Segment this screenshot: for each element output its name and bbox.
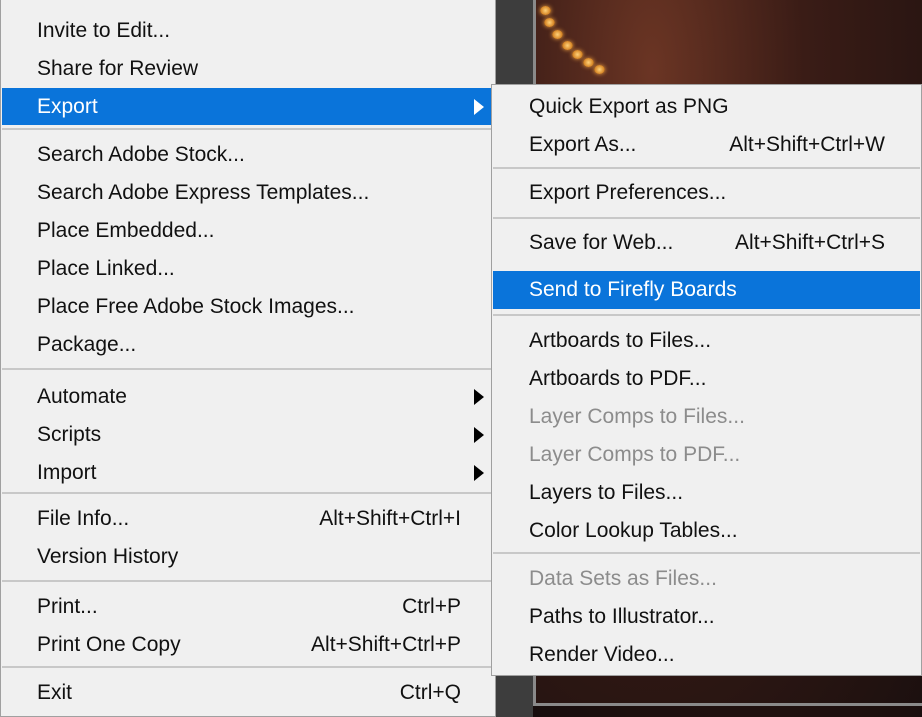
menu-item-exit[interactable]: Exit Ctrl+Q bbox=[2, 674, 494, 712]
menu-separator bbox=[493, 217, 920, 219]
menu-separator bbox=[493, 314, 920, 316]
menu-item-shortcut: Alt+Shift+Ctrl+I bbox=[319, 507, 461, 530]
menu-item-scripts[interactable]: Scripts bbox=[2, 416, 494, 454]
menu-item-label: Share for Review bbox=[37, 57, 199, 80]
menu-separator bbox=[2, 492, 494, 494]
menu-item-label: Print... bbox=[37, 595, 98, 618]
submenu-item-save-for-web[interactable]: Save for Web... Alt+Shift+Ctrl+S bbox=[493, 224, 920, 262]
submenu-item-artboards-to-pdf[interactable]: Artboards to PDF... bbox=[493, 360, 920, 398]
menu-item-shortcut: Alt+Shift+Ctrl+P bbox=[311, 633, 461, 656]
menu-item-automate[interactable]: Automate bbox=[2, 378, 494, 416]
menu-item-label: Send to Firefly Boards bbox=[529, 278, 737, 301]
menu-item-place-embedded[interactable]: Place Embedded... bbox=[2, 212, 494, 250]
menu-item-place-linked[interactable]: Place Linked... bbox=[2, 250, 494, 288]
menu-item-shortcut: Ctrl+Q bbox=[399, 681, 461, 704]
submenu-item-color-lookup-tables[interactable]: Color Lookup Tables... bbox=[493, 512, 920, 550]
menu-item-label: Paths to Illustrator... bbox=[529, 605, 715, 628]
menu-item-label: Invite to Edit... bbox=[37, 19, 171, 42]
menu-item-export[interactable]: Export bbox=[2, 88, 494, 125]
menu-item-label: Quick Export as PNG bbox=[529, 95, 729, 118]
menu-item-version-history[interactable]: Version History bbox=[2, 538, 494, 576]
menu-item-label: Place Embedded... bbox=[37, 219, 215, 242]
submenu-item-layer-comps-to-pdf[interactable]: Layer Comps to PDF... bbox=[493, 436, 920, 474]
menu-item-print[interactable]: Print... Ctrl+P bbox=[2, 588, 494, 626]
menu-item-label: Color Lookup Tables... bbox=[529, 519, 738, 542]
submenu-arrow-icon bbox=[474, 465, 484, 481]
menu-separator bbox=[2, 580, 494, 582]
menu-item-label: File Info... bbox=[37, 507, 130, 530]
submenu-item-data-sets-as-files[interactable]: Data Sets as Files... bbox=[493, 560, 920, 598]
menu-item-label: Search Adobe Stock... bbox=[37, 143, 245, 166]
menu-separator bbox=[493, 552, 920, 554]
menu-item-place-free-stock[interactable]: Place Free Adobe Stock Images... bbox=[2, 288, 494, 326]
submenu-item-render-video[interactable]: Render Video... bbox=[493, 636, 920, 674]
menu-separator bbox=[2, 666, 494, 668]
menu-item-label: Layers to Files... bbox=[529, 481, 684, 504]
menu-item-label: Export As... bbox=[529, 133, 637, 156]
submenu-item-paths-to-illustrator[interactable]: Paths to Illustrator... bbox=[493, 598, 920, 636]
menu-item-label: Render Video... bbox=[529, 643, 675, 666]
menu-item-search-express-templates[interactable]: Search Adobe Express Templates... bbox=[2, 174, 494, 212]
menu-item-package[interactable]: Package... bbox=[2, 326, 494, 364]
menu-item-label: Data Sets as Files... bbox=[529, 567, 717, 590]
submenu-arrow-icon bbox=[474, 427, 484, 443]
submenu-item-layers-to-files[interactable]: Layers to Files... bbox=[493, 474, 920, 512]
menu-item-label: Version History bbox=[37, 545, 179, 568]
submenu-item-quick-export-png[interactable]: Quick Export as PNG bbox=[493, 88, 920, 126]
submenu-item-send-to-firefly-boards[interactable]: Send to Firefly Boards bbox=[493, 271, 920, 309]
string-lights-image bbox=[536, 0, 656, 80]
menu-item-label: Save for Web... bbox=[529, 231, 674, 254]
menu-item-share-for-review[interactable]: Share for Review bbox=[2, 50, 494, 88]
menu-item-print-one-copy[interactable]: Print One Copy Alt+Shift+Ctrl+P bbox=[2, 626, 494, 664]
menu-item-shortcut: Ctrl+P bbox=[402, 595, 461, 618]
menu-item-shortcut: Alt+Shift+Ctrl+S bbox=[735, 231, 885, 254]
menu-item-label: Export Preferences... bbox=[529, 181, 727, 204]
menu-item-file-info[interactable]: File Info... Alt+Shift+Ctrl+I bbox=[2, 500, 494, 538]
menu-item-label: Place Linked... bbox=[37, 257, 175, 280]
menu-item-import[interactable]: Import bbox=[2, 454, 494, 492]
menu-separator bbox=[2, 128, 494, 130]
menu-item-label: Artboards to PDF... bbox=[529, 367, 707, 390]
menu-item-label: Search Adobe Express Templates... bbox=[37, 181, 370, 204]
menu-item-label: Scripts bbox=[37, 423, 102, 446]
menu-item-label: Layer Comps to PDF... bbox=[529, 443, 741, 466]
menu-item-shortcut: Alt+Shift+Ctrl+W bbox=[729, 133, 885, 156]
menu-item-label: Exit bbox=[37, 681, 73, 704]
submenu-arrow-icon bbox=[474, 389, 484, 405]
menu-separator bbox=[2, 368, 494, 370]
menu-item-label: Layer Comps to Files... bbox=[529, 405, 745, 428]
submenu-item-export-as[interactable]: Export As... Alt+Shift+Ctrl+W bbox=[493, 126, 920, 164]
menu-item-invite-to-edit[interactable]: Invite to Edit... bbox=[2, 12, 494, 50]
submenu-item-artboards-to-files[interactable]: Artboards to Files... bbox=[493, 322, 920, 360]
menu-separator bbox=[493, 167, 920, 169]
menu-item-label: Automate bbox=[37, 385, 127, 408]
menu-item-label: Artboards to Files... bbox=[529, 329, 712, 352]
submenu-arrow-icon bbox=[474, 98, 484, 115]
submenu-item-export-preferences[interactable]: Export Preferences... bbox=[493, 174, 920, 212]
file-menu: Invite to Edit... Share for Review Expor… bbox=[0, 0, 496, 717]
menu-item-search-adobe-stock[interactable]: Search Adobe Stock... bbox=[2, 136, 494, 174]
menu-item-label: Place Free Adobe Stock Images... bbox=[37, 295, 355, 318]
menu-item-label: Print One Copy bbox=[37, 633, 181, 656]
menu-item-label: Import bbox=[37, 461, 97, 484]
submenu-item-layer-comps-to-files[interactable]: Layer Comps to Files... bbox=[493, 398, 920, 436]
export-submenu: Quick Export as PNG Export As... Alt+Shi… bbox=[491, 84, 922, 676]
menu-item-label: Package... bbox=[37, 333, 137, 356]
menu-item-label: Export bbox=[37, 94, 98, 118]
